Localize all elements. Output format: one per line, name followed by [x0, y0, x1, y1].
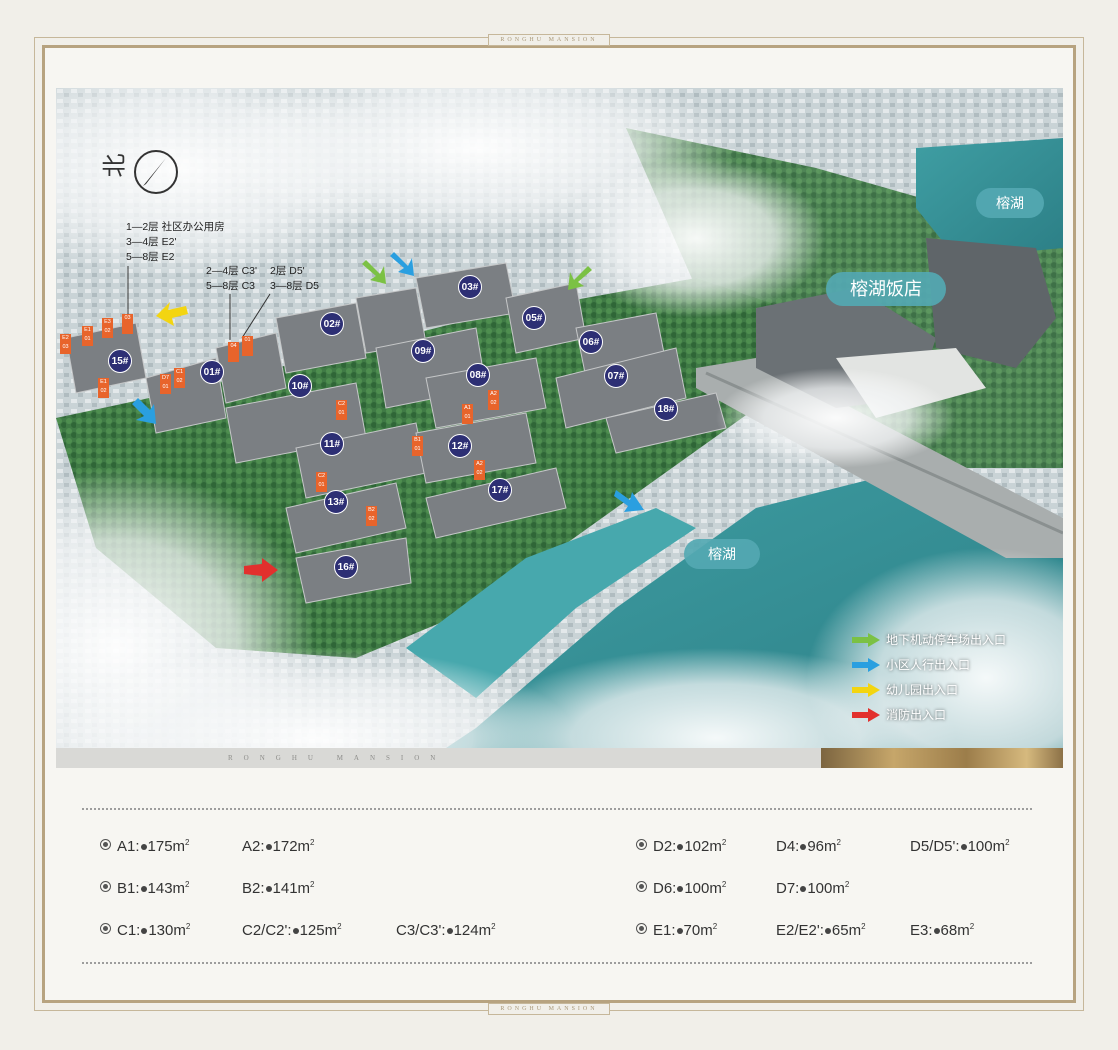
spec-d5: D5/D5': 100m2	[910, 838, 1010, 855]
building-marker[interactable]: 16#	[334, 555, 358, 579]
unit-tag: E3 02	[102, 318, 113, 338]
spec-e3: E3: 68m2	[910, 922, 975, 939]
spec-d2: D2: 102m2	[636, 838, 726, 855]
pedestrian-entrance-arrow-icon	[390, 252, 414, 276]
bullet-icon	[636, 923, 647, 934]
unit-tag: 04	[228, 342, 239, 362]
building-marker[interactable]: 09#	[411, 339, 435, 363]
spec-b2: B2: 141m2	[242, 880, 315, 897]
unit-tag: B1 01	[412, 436, 423, 456]
bullet-icon	[636, 881, 647, 892]
divider-bottom	[82, 962, 1032, 964]
divider-top	[82, 808, 1032, 810]
building-marker[interactable]: 03#	[458, 275, 482, 299]
building-marker[interactable]: 08#	[466, 363, 490, 387]
building-marker[interactable]: 12#	[448, 434, 472, 458]
building-marker[interactable]: 01#	[200, 360, 224, 384]
building-marker[interactable]: 10#	[288, 374, 312, 398]
lake-main-label: 榕湖	[684, 539, 760, 569]
yellow-arrow-icon	[852, 682, 880, 697]
gold-band	[821, 748, 1063, 768]
annotation-leader-lines	[127, 266, 271, 340]
spec-d7: D7: 100m2	[776, 880, 850, 897]
legend-item-pedestrian: 小区人行出入口	[852, 656, 970, 673]
building-marker[interactable]: 15#	[108, 349, 132, 373]
green-arrow-icon	[852, 632, 880, 647]
building-marker[interactable]: 11#	[320, 432, 344, 456]
spec-a1: A1: 175m2	[100, 838, 190, 855]
unit-tag: D7 01	[160, 374, 171, 394]
frame-bottom-tag: RONGHU MANSION	[488, 1003, 610, 1015]
kindergarten-entrance-arrow-icon	[156, 302, 188, 326]
building-marker[interactable]: 18#	[654, 397, 678, 421]
frame-top-tag: RONGHU MANSION	[488, 34, 610, 46]
building-marker[interactable]: 06#	[579, 330, 603, 354]
spec-e2: E2/E2': 65m2	[776, 922, 866, 939]
unit-tag: 03	[122, 314, 133, 334]
building-marker[interactable]: 13#	[324, 490, 348, 514]
red-arrow-icon	[852, 707, 880, 722]
spec-d4: D4: 96m2	[776, 838, 841, 855]
parking-entrance-arrow-icon	[568, 266, 592, 290]
spec-c1: C1: 130m2	[100, 922, 190, 939]
spec-d6: D6: 100m2	[636, 880, 726, 897]
pedestrian-entrance-arrow-icon	[614, 490, 644, 512]
bullet-icon	[100, 923, 111, 934]
spec-b1: B1: 143m2	[100, 880, 190, 897]
pedestrian-entrance-arrow-icon	[132, 398, 156, 424]
lake-top-label: 榕湖	[976, 188, 1044, 218]
unit-tag: A2 02	[488, 390, 499, 410]
bullet-icon	[100, 881, 111, 892]
hotel-label: 榕湖饭店	[826, 272, 946, 306]
unit-tag: E1 02	[98, 378, 109, 398]
brand-strip-text: RONGHU MANSION	[56, 748, 821, 768]
unit-tag: C2 01	[316, 472, 327, 492]
unit-tag: A1 01	[462, 404, 473, 424]
unit-tag: E2 03	[60, 334, 71, 354]
legend-item-parking: 地下机动停车场出入口	[852, 631, 1006, 648]
unit-tag: E1 01	[82, 326, 93, 346]
spec-e1: E1: 70m2	[636, 922, 717, 939]
brand-strip: RONGHU MANSION	[56, 748, 1063, 768]
building-marker[interactable]: 07#	[604, 364, 628, 388]
legend-item-kindergarten: 幼儿园出入口	[852, 681, 958, 698]
unit-tag: A2 02	[474, 460, 485, 480]
building-marker[interactable]: 17#	[488, 478, 512, 502]
unit-tag: C1 02	[174, 368, 185, 388]
spec-c3: C3/C3': 124m2	[396, 922, 496, 939]
bullet-icon	[100, 839, 111, 850]
bullet-icon	[636, 839, 647, 850]
blue-arrow-icon	[852, 657, 880, 672]
spec-a2: A2: 172m2	[242, 838, 315, 855]
unit-tag: 01	[242, 336, 253, 356]
fire-entrance-arrow-icon	[244, 558, 278, 582]
unit-tag: C2 01	[336, 400, 347, 420]
spec-c2: C2/C2': 125m2	[242, 922, 342, 939]
building-marker[interactable]: 02#	[320, 312, 344, 336]
legend-item-fire: 消防出入口	[852, 706, 946, 723]
unit-tag: B2 02	[366, 506, 377, 526]
building-marker[interactable]: 05#	[522, 306, 546, 330]
